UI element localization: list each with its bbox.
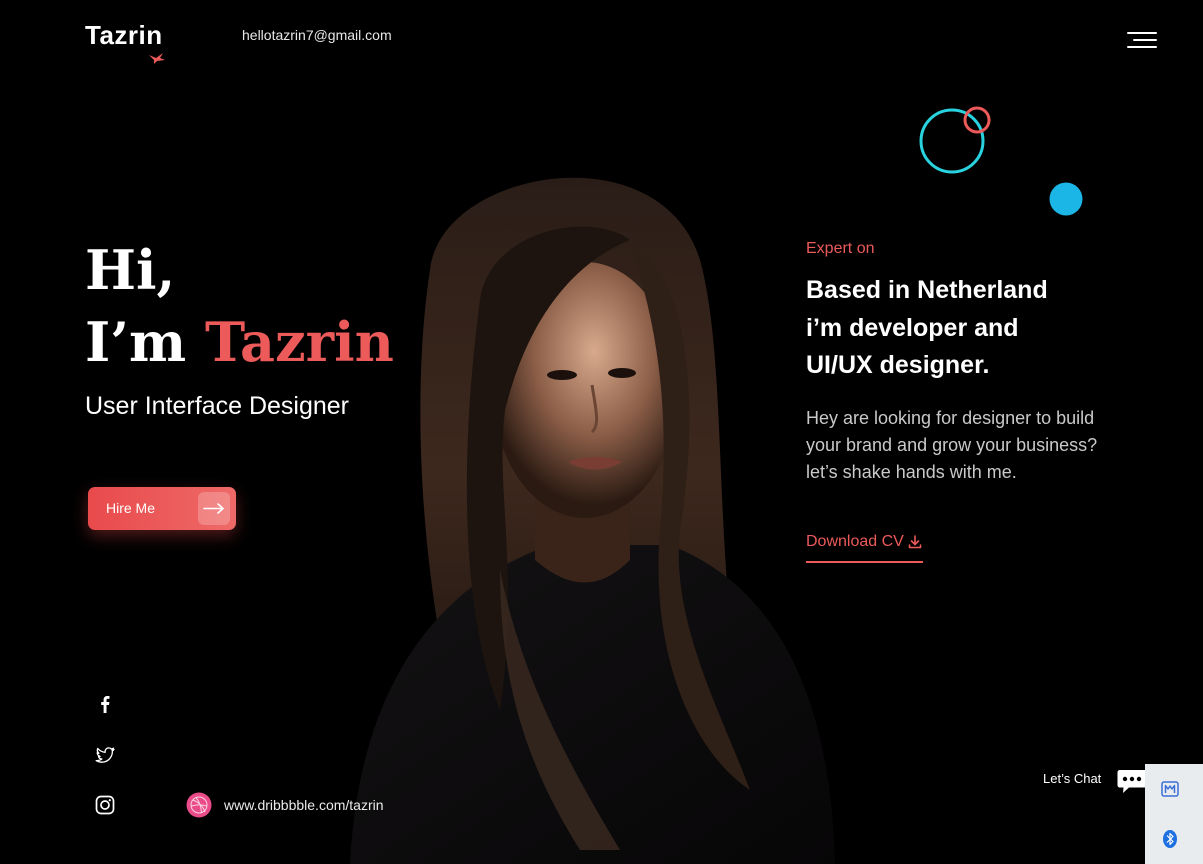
hero-role: User Interface Designer [85,392,350,420]
chat-bubble-icon[interactable] [1117,765,1147,795]
hero-greeting: Hi, [85,238,176,302]
portrait-image [350,177,835,864]
menu-line [1127,32,1157,34]
menu-line [1133,39,1157,41]
about-headline: Based in Netherland i’m developer and UI… [806,272,1048,385]
hero-name: Tazrin [205,310,394,374]
download-icon [908,535,922,549]
hero-intro-prefix: I’m [85,310,205,374]
side-tray [1145,764,1203,864]
headline-line: i’m developer and [806,313,1019,342]
menu-line [1127,46,1157,48]
instagram-icon[interactable] [93,793,117,817]
landing-page: Tazrin hellotazrin7@gmail.com Hi, I’m Ta… [0,0,1203,864]
lets-chat-label[interactable]: Let’s Chat [1043,771,1101,786]
hamburger-icon[interactable] [1125,30,1157,52]
description-line: Hey are looking for designer to build [806,408,1095,428]
hero-intro: I’m Tazrin [85,310,394,375]
description-line: let’s shake hands with me. [806,462,1017,482]
download-cv-link[interactable]: Download CV [806,533,923,563]
logo-text[interactable]: Tazrin [85,20,163,51]
dribbble-icon [186,792,212,818]
hire-me-button[interactable]: Hire Me [88,487,236,530]
dribbble-url: www.dribbbble.com/tazrin [224,797,384,813]
facebook-icon[interactable] [93,692,117,716]
expert-on-label: Expert on [806,240,875,257]
bird-icon [149,53,165,64]
description-line: your brand and grow your business? [806,435,1098,455]
arrow-right-icon [198,492,230,525]
about-description: Hey are looking for designer to build yo… [806,405,1097,486]
bluetooth-icon[interactable] [1160,829,1180,849]
headline-line: UI/UX designer. [806,351,990,379]
hire-me-label: Hire Me [106,500,156,516]
orange-ring-shape [963,106,991,134]
download-cv-label: Download CV [806,533,904,550]
twitter-icon[interactable] [93,743,117,767]
email-link[interactable]: hellotazrin7@gmail.com [242,27,392,43]
mailmeteor-icon[interactable] [1160,779,1180,799]
headline-line: Based in Netherland [806,276,1048,304]
blue-dot-shape [1049,182,1083,216]
